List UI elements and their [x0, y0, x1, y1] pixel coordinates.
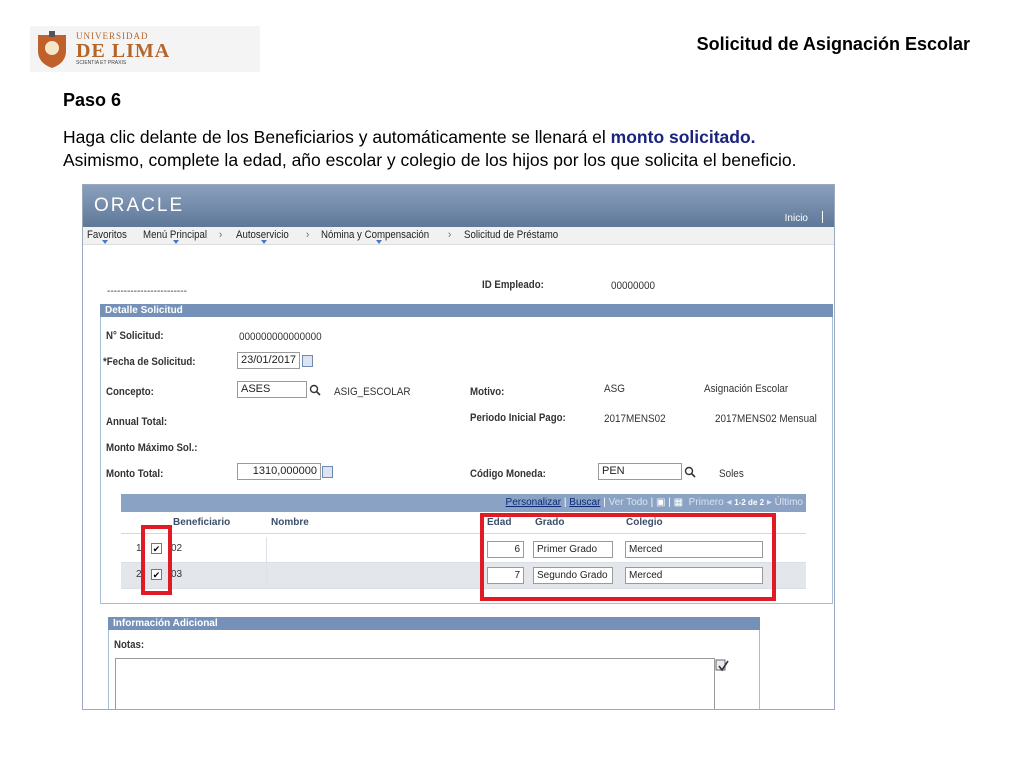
download-grid-icon[interactable]: ▦ [674, 497, 683, 508]
employee-id-label: ID Empleado: [482, 279, 544, 291]
nav-self-service-dropdown-icon[interactable] [261, 240, 267, 244]
request-no-value: 000000000000000 [239, 331, 322, 343]
col-beneficiary: Beneficiario [173, 517, 231, 528]
previous-icon[interactable]: ◂ [726, 497, 731, 508]
grid-navigation: Personalizar | Buscar | Ver Todo | ▣ | ▦… [505, 497, 803, 508]
notes-textarea[interactable] [115, 658, 715, 709]
nav-favorites-dropdown-icon[interactable] [102, 240, 108, 244]
chevron-right-icon: › [306, 229, 310, 241]
motive-label: Motivo: [470, 386, 505, 398]
col-name: Nombre [271, 517, 309, 528]
breadcrumb-nav: Favoritos Menú Principal › Autoservicio … [83, 227, 834, 245]
search-icon[interactable] [684, 466, 696, 478]
column-divider [266, 563, 267, 589]
spellcheck-icon[interactable] [715, 659, 729, 673]
currency-description: Soles [719, 468, 744, 480]
request-date-label: *Fecha de Solicitud: [103, 356, 196, 368]
search-link[interactable]: Buscar [569, 497, 600, 508]
next-icon[interactable]: ▸ [767, 497, 772, 508]
additional-section-header: Información Adicional [108, 617, 760, 630]
annual-total-label: Annual Total: [106, 416, 168, 428]
detail-section-header: Detalle Solicitud [100, 304, 833, 317]
period-description: 2017MENS02 Mensual [715, 413, 817, 425]
grid-toolbar: Personalizar | Buscar | Ver Todo | ▣ | ▦… [121, 494, 806, 512]
app-screenshot: ORACLE Inicio Favoritos Menú Principal ›… [82, 184, 835, 710]
shield-logo-icon [38, 31, 66, 68]
logo-main-text: DE LIMA [76, 40, 171, 62]
personalize-link[interactable]: Personalizar [506, 497, 562, 508]
nav-loan-request[interactable]: Solicitud de Préstamo [464, 229, 558, 241]
beneficiary-code: 02 [171, 543, 183, 554]
notes-label: Notas: [114, 639, 145, 651]
chevron-right-icon: › [448, 229, 452, 241]
calendar-icon[interactable] [302, 355, 313, 367]
instruction-line-2: Asimismo, complete la edad, año escolar … [63, 150, 797, 170]
calculator-icon[interactable] [322, 466, 333, 478]
period-label: Periodo Inicial Pago: [470, 412, 566, 424]
home-link[interactable]: Inicio [785, 213, 808, 224]
slide-title: Solicitud de Asignación Escolar [696, 34, 970, 54]
university-logo: UNIVERSIDAD DE LIMA SCIENTIA ET PRAXIS [30, 26, 260, 72]
nav-main-menu-dropdown-icon[interactable] [173, 240, 179, 244]
period-code: 2017MENS02 [604, 413, 666, 425]
instruction-text: Haga clic delante de los Beneficiarios y… [63, 127, 611, 147]
nav-payroll-dropdown-icon[interactable] [376, 240, 382, 244]
instruction-highlight: monto solicitado. [610, 127, 756, 147]
max-amount-label: Monto Máximo Sol.: [106, 442, 198, 454]
concept-label: Concepto: [106, 386, 154, 398]
chevron-right-icon: › [219, 229, 223, 241]
oracle-logo: ORACLE [94, 195, 185, 216]
concept-input[interactable]: ASES [237, 381, 307, 398]
beneficiary-code: 03 [171, 569, 183, 580]
request-no-label: N° Solicitud: [106, 330, 164, 342]
request-date-input[interactable]: 23/01/2017 [237, 352, 300, 369]
search-icon[interactable] [309, 384, 321, 396]
fields-highlight-box [480, 513, 776, 601]
currency-label: Código Moneda: [470, 468, 546, 480]
employee-name-placeholder: ------------------------ [107, 286, 187, 297]
motive-description: Asignación Escolar [704, 383, 789, 395]
row-range: 1-2 de 2 [734, 498, 765, 507]
motive-code: ASG [604, 383, 625, 395]
step-title: Paso 6 [63, 90, 122, 110]
employee-id-value: 00000000 [611, 280, 656, 292]
last-link[interactable]: Último [775, 497, 803, 508]
zoom-grid-icon[interactable]: ▣ [656, 497, 665, 508]
concept-description: ASIG_ESCOLAR [334, 386, 411, 398]
brand-bar: ORACLE Inicio [83, 185, 834, 227]
total-amount-input[interactable]: 1310,000000 [237, 463, 321, 480]
header-divider [822, 211, 823, 223]
view-all-link[interactable]: Ver Todo [609, 497, 648, 508]
currency-input[interactable]: PEN [598, 463, 682, 480]
first-link[interactable]: Primero [689, 497, 724, 508]
column-divider [266, 537, 267, 563]
total-amount-label: Monto Total: [106, 468, 164, 480]
instructions: Haga clic delante de los Beneficiarios y… [63, 126, 963, 172]
checkbox-highlight-box [141, 525, 172, 595]
